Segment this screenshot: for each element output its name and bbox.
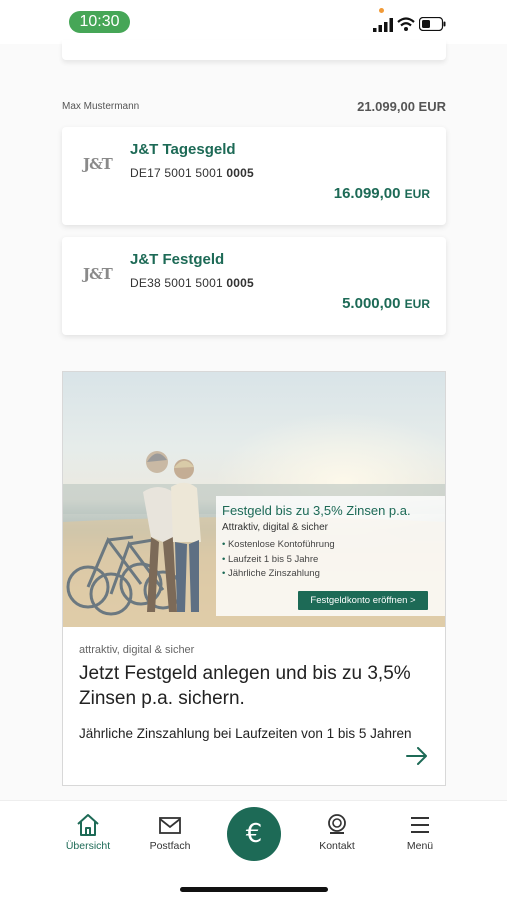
nav-label: Postfach bbox=[149, 840, 191, 852]
account-balance: 5.000,00 EUR bbox=[342, 295, 430, 312]
mail-icon bbox=[159, 817, 181, 834]
bank-logo: J&T bbox=[83, 155, 113, 173]
iban-prefix: DE38 5001 5001 bbox=[130, 276, 227, 290]
privacy-indicator bbox=[379, 8, 384, 13]
festgeld-promo-card[interactable]: Festgeld bis zu 3,5% Zinsen p.a. Attrakt… bbox=[62, 371, 446, 786]
euro-action-button[interactable]: € bbox=[227, 807, 281, 861]
iban-prefix: DE17 5001 5001 bbox=[130, 166, 227, 180]
open-festgeld-account-button[interactable]: Festgeldkonto eröffnen > bbox=[298, 591, 428, 610]
status-time: 10:30 bbox=[69, 11, 130, 33]
arrow-right-icon[interactable] bbox=[406, 747, 428, 765]
account-name: J&T Festgeld bbox=[130, 251, 225, 268]
account-balance: 16.099,00 EUR bbox=[334, 185, 430, 202]
nav-item-mailbox[interactable]: Postfach bbox=[135, 813, 205, 852]
headset-icon bbox=[328, 814, 346, 834]
previous-card bbox=[62, 40, 446, 60]
battery-icon bbox=[419, 17, 446, 31]
owner-name: Max Mustermann bbox=[62, 101, 140, 112]
account-card-festgeld[interactable]: J&T J&T Festgeld DE38 5001 5001 0005 5.0… bbox=[62, 237, 446, 335]
promo-kicker: attraktiv, digital & sicher bbox=[79, 644, 195, 656]
hamburger-menu-icon bbox=[411, 817, 429, 833]
iban-suffix: 0005 bbox=[226, 166, 254, 180]
overlay-feature: Laufzeit 1 bis 5 Jahre bbox=[222, 553, 335, 568]
account-name: J&T Tagesgeld bbox=[130, 141, 236, 158]
nav-item-contact[interactable]: Kontakt bbox=[302, 813, 372, 852]
bank-logo: J&T bbox=[83, 265, 113, 283]
home-indicator bbox=[180, 887, 328, 892]
account-iban: DE38 5001 5001 0005 bbox=[130, 276, 254, 290]
owner-total-balance: 21.099,00 EUR bbox=[357, 99, 446, 114]
promo-headline: Jetzt Festgeld anlegen und bis zu 3,5% Z… bbox=[79, 663, 411, 709]
status-bar: 10:30 bbox=[0, 0, 507, 44]
balance-currency: EUR bbox=[404, 297, 430, 311]
balance-amount: 5.000,00 bbox=[342, 295, 401, 312]
promo-body: Jährliche Zinszahlung bei Laufzeiten von… bbox=[79, 726, 412, 741]
overlay-title: Festgeld bis zu 3,5% Zinsen p.a. bbox=[222, 503, 411, 518]
bottom-navigation: Übersicht Postfach € Kontakt Menü bbox=[0, 800, 507, 900]
nav-item-overview[interactable]: Übersicht bbox=[53, 813, 123, 852]
overlay-feature: Jährliche Zinszahlung bbox=[222, 567, 335, 582]
promo-text: attraktiv, digital & sicher Jetzt Festge… bbox=[79, 644, 429, 746]
account-owner-row: Max Mustermann 21.099,00 EUR bbox=[62, 98, 446, 118]
balance-currency: EUR bbox=[404, 187, 430, 201]
home-icon bbox=[77, 814, 99, 836]
overlay-subtitle: Attraktiv, digital & sicher bbox=[222, 522, 328, 533]
account-iban: DE17 5001 5001 0005 bbox=[130, 166, 254, 180]
promo-image: Festgeld bis zu 3,5% Zinsen p.a. Attrakt… bbox=[63, 372, 445, 627]
overlay-feature: Kostenlose Kontoführung bbox=[222, 538, 335, 553]
nav-label: Kontakt bbox=[319, 840, 355, 852]
nav-item-menu[interactable]: Menü bbox=[385, 813, 455, 852]
account-card-tagesgeld[interactable]: J&T J&T Tagesgeld DE17 5001 5001 0005 16… bbox=[62, 127, 446, 225]
balance-amount: 16.099,00 bbox=[333, 185, 401, 202]
nav-label: Übersicht bbox=[65, 840, 111, 852]
iban-suffix: 0005 bbox=[226, 276, 254, 290]
wifi-icon bbox=[397, 17, 415, 31]
promo-overlay: Festgeld bis zu 3,5% Zinsen p.a. Attrakt… bbox=[216, 496, 445, 616]
overlay-feature-list: Kostenlose Kontoführung Laufzeit 1 bis 5… bbox=[222, 538, 335, 582]
nav-label: Menü bbox=[406, 840, 434, 852]
signal-icon bbox=[373, 18, 393, 32]
